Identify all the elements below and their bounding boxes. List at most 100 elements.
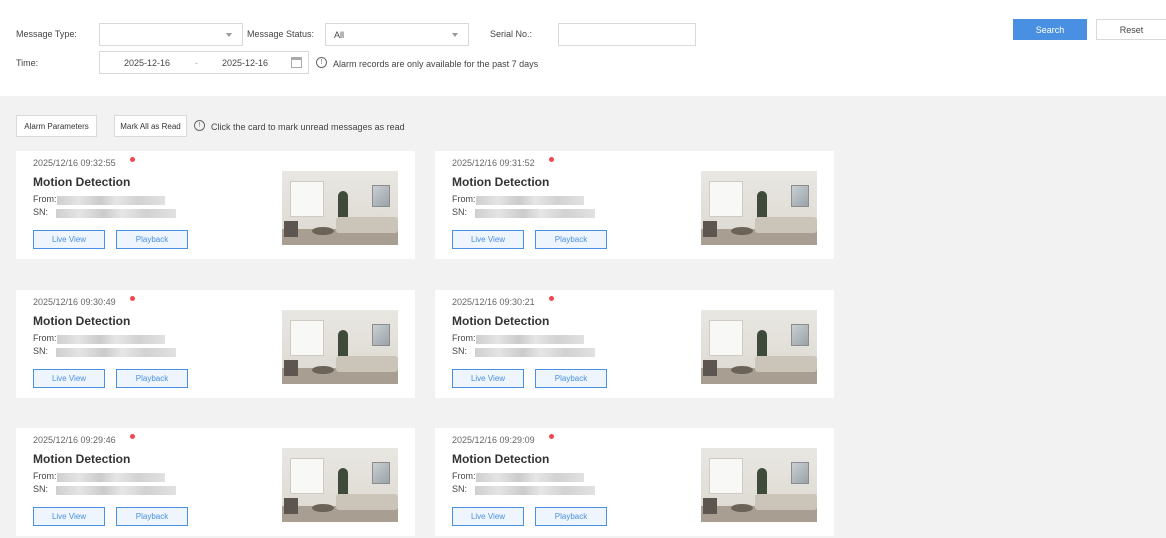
playback-button[interactable]: Playback	[535, 230, 607, 249]
live-view-button[interactable]: Live View	[33, 230, 105, 249]
playback-button[interactable]: Playback	[116, 369, 188, 388]
alarm-parameters-button[interactable]: Alarm Parameters	[16, 115, 97, 137]
from-label: From:	[452, 471, 476, 481]
from-label: From:	[452, 194, 476, 204]
unread-dot-icon	[549, 157, 554, 162]
thumb-artwork	[372, 462, 390, 484]
thumb-artwork	[372, 185, 390, 207]
thumb-chair	[284, 360, 298, 376]
thumb-table	[312, 366, 334, 374]
snapshot-thumbnail[interactable]	[701, 310, 817, 384]
sn-label: SN:	[452, 207, 468, 217]
from-label: From:	[452, 333, 476, 343]
sn-label: SN:	[33, 484, 49, 494]
thumb-window	[290, 181, 324, 217]
alarm-card[interactable]: 2025/12/16 09:29:46 Motion Detection Fro…	[16, 428, 415, 536]
thumb-artwork	[791, 462, 809, 484]
serial-no-input[interactable]	[558, 23, 696, 46]
chevron-down-icon	[452, 33, 458, 37]
mark-all-read-button[interactable]: Mark All as Read	[114, 115, 187, 137]
thumb-chair	[703, 498, 717, 514]
thumb-sofa	[336, 217, 398, 233]
alarm-timestamp: 2025/12/16 09:30:21	[452, 297, 535, 307]
redacted-serial-number	[56, 486, 176, 495]
info-icon: !	[194, 120, 205, 131]
snapshot-thumbnail[interactable]	[701, 171, 817, 245]
calendar-icon	[291, 57, 302, 68]
date-start: 2025-12-16	[124, 58, 171, 68]
redacted-serial-number	[475, 486, 595, 495]
sn-label: SN:	[452, 346, 468, 356]
sn-label: SN:	[33, 207, 49, 217]
from-label: From:	[33, 471, 57, 481]
unread-dot-icon	[549, 434, 554, 439]
thumb-chair	[703, 221, 717, 237]
live-view-button[interactable]: Live View	[33, 369, 105, 388]
redacted-device-name	[57, 196, 165, 205]
thumb-sofa	[336, 356, 398, 372]
message-type-label: Message Type:	[16, 29, 77, 39]
from-label: From:	[33, 333, 57, 343]
live-view-button[interactable]: Live View	[452, 507, 524, 526]
unread-dot-icon	[130, 434, 135, 439]
thumb-artwork	[791, 324, 809, 346]
serial-no-label: Serial No.:	[490, 29, 533, 39]
message-type-select[interactable]	[99, 23, 243, 46]
info-icon: !	[316, 57, 327, 68]
alarm-title: Motion Detection	[452, 175, 550, 189]
redacted-device-name	[476, 473, 584, 482]
unread-dot-icon	[549, 296, 554, 301]
message-status-label: Message Status:	[247, 29, 315, 39]
redacted-device-name	[57, 335, 165, 344]
live-view-button[interactable]: Live View	[452, 230, 524, 249]
thumb-table	[731, 504, 753, 512]
alarm-card[interactable]: 2025/12/16 09:30:49 Motion Detection Fro…	[16, 290, 415, 398]
alarm-card[interactable]: 2025/12/16 09:30:21 Motion Detection Fro…	[435, 290, 834, 398]
filter-panel: Message Type: Message Status: All Serial…	[0, 0, 1166, 96]
redacted-device-name	[476, 196, 584, 205]
playback-button[interactable]: Playback	[116, 230, 188, 249]
alarm-card[interactable]: 2025/12/16 09:32:55 Motion Detection Fro…	[16, 151, 415, 259]
reset-button[interactable]: Reset	[1096, 19, 1166, 40]
message-status-value: All	[334, 30, 345, 40]
thumb-window	[709, 181, 743, 217]
date-range-picker[interactable]: 2025-12-16 - 2025-12-16	[99, 51, 309, 74]
redacted-serial-number	[56, 209, 176, 218]
snapshot-thumbnail[interactable]	[701, 448, 817, 522]
thumb-sofa	[755, 494, 817, 510]
redacted-serial-number	[475, 209, 595, 218]
snapshot-thumbnail[interactable]	[282, 171, 398, 245]
thumb-table	[312, 504, 334, 512]
thumb-sofa	[755, 356, 817, 372]
alarm-timestamp: 2025/12/16 09:30:49	[33, 297, 116, 307]
from-label: From:	[33, 194, 57, 204]
redacted-serial-number	[475, 348, 595, 357]
thumb-artwork	[791, 185, 809, 207]
message-status-select[interactable]: All	[325, 23, 469, 46]
thumb-table	[731, 227, 753, 235]
playback-button[interactable]: Playback	[535, 507, 607, 526]
search-button[interactable]: Search	[1013, 19, 1087, 40]
thumb-chair	[284, 498, 298, 514]
playback-button[interactable]: Playback	[535, 369, 607, 388]
alarm-title: Motion Detection	[452, 452, 550, 466]
alarm-title: Motion Detection	[33, 314, 131, 328]
alarm-timestamp: 2025/12/16 09:32:55	[33, 158, 116, 168]
alarm-timestamp: 2025/12/16 09:29:09	[452, 435, 535, 445]
sn-label: SN:	[33, 346, 49, 356]
snapshot-thumbnail[interactable]	[282, 448, 398, 522]
alarm-title: Motion Detection	[33, 452, 131, 466]
alarm-title: Motion Detection	[452, 314, 550, 328]
alarm-card[interactable]: 2025/12/16 09:29:09 Motion Detection Fro…	[435, 428, 834, 536]
thumb-window	[709, 320, 743, 356]
alarm-timestamp: 2025/12/16 09:29:46	[33, 435, 116, 445]
playback-button[interactable]: Playback	[116, 507, 188, 526]
live-view-button[interactable]: Live View	[33, 507, 105, 526]
alarm-card[interactable]: 2025/12/16 09:31:52 Motion Detection Fro…	[435, 151, 834, 259]
live-view-button[interactable]: Live View	[452, 369, 524, 388]
thumb-table	[731, 366, 753, 374]
time-range-hint: Alarm records are only available for the…	[333, 59, 539, 69]
snapshot-thumbnail[interactable]	[282, 310, 398, 384]
unread-dot-icon	[130, 157, 135, 162]
redacted-serial-number	[56, 348, 176, 357]
